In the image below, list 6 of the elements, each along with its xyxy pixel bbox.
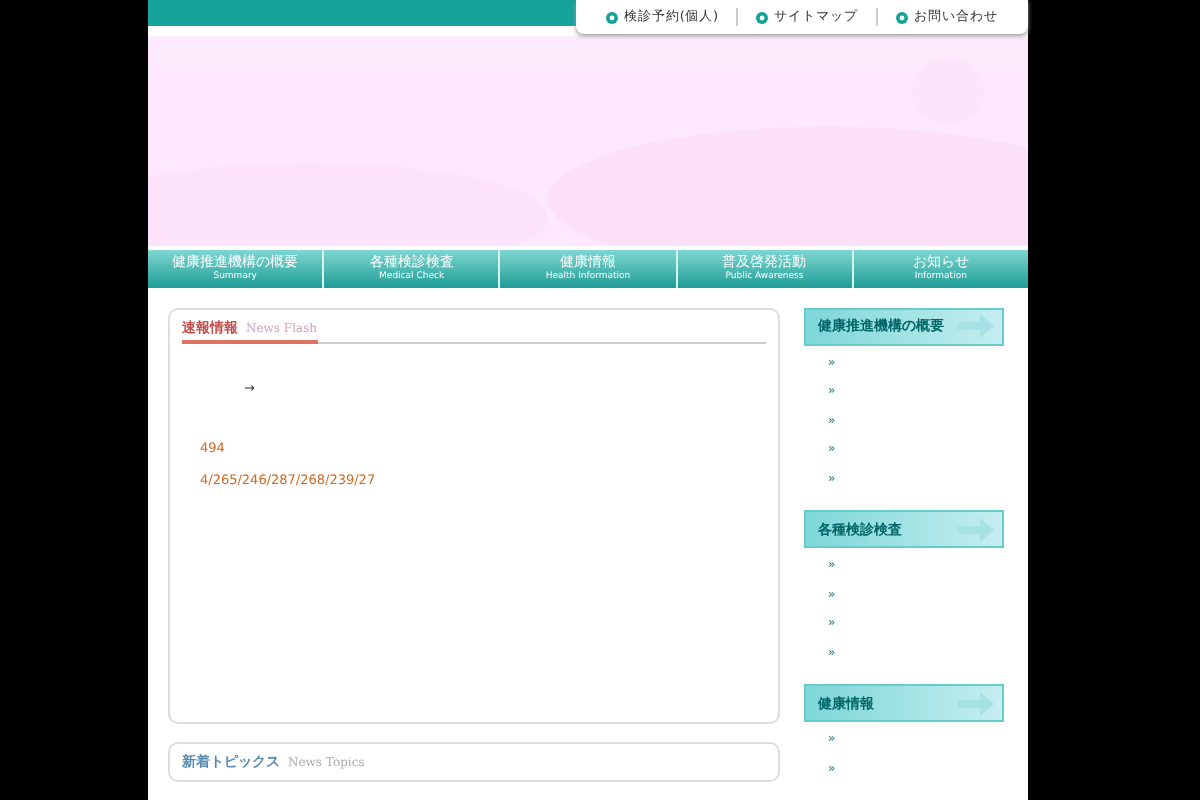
bullet-icon bbox=[605, 11, 618, 23]
bullet-icon bbox=[896, 11, 908, 23]
arrow-icon bbox=[956, 515, 996, 543]
bullet-icon bbox=[756, 11, 768, 23]
arrow-icon bbox=[956, 689, 996, 717]
arrow-icon bbox=[956, 312, 996, 340]
